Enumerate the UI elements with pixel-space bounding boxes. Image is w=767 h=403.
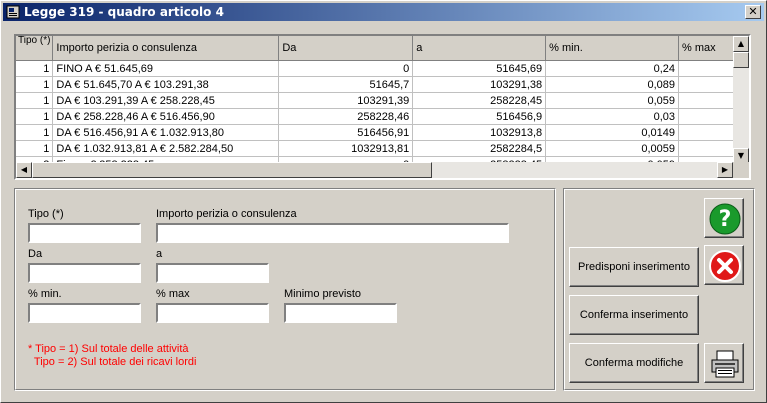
table-row[interactable]: 1 DA € 51.645,70 A € 103.291,38 51645,7 103… bbox=[16, 76, 749, 93]
app-icon bbox=[6, 5, 20, 19]
da-label: Da bbox=[28, 248, 43, 260]
tipo-input[interactable] bbox=[28, 223, 141, 243]
tipo-label: Tipo (*) bbox=[28, 208, 64, 220]
help-icon: ? bbox=[709, 203, 741, 235]
table-row[interactable]: 1 FINO A € 51.645,69 0 51645,69 0,24 bbox=[16, 60, 749, 77]
table-cell[interactable]: 1 bbox=[16, 76, 54, 93]
a-label: a bbox=[156, 248, 163, 260]
tipo-legend-note: * Tipo = 1) Sul totale delle attività Ti… bbox=[28, 343, 197, 368]
app-window: Legge 319 - quadro articolo 4 ✕ Tipo (*)… bbox=[0, 0, 767, 403]
table-cell[interactable]: 0,0059 bbox=[545, 140, 679, 157]
pmax-input[interactable] bbox=[156, 303, 269, 323]
conferma-inserimento-button[interactable]: Conferma inserimento bbox=[569, 295, 699, 335]
table-cell[interactable]: 1032913,8 bbox=[412, 124, 547, 141]
table-cell[interactable]: 51645,69 bbox=[412, 60, 547, 77]
importo-input[interactable] bbox=[156, 223, 509, 243]
table-cell[interactable]: 0,24 bbox=[545, 60, 679, 77]
print-button[interactable] bbox=[704, 343, 744, 383]
importo-label: Importo perizia o consulenza bbox=[156, 208, 297, 220]
minimo-input[interactable] bbox=[284, 303, 397, 323]
grid-table: Tipo (*) Importo perizia o consulenza Da… bbox=[16, 36, 749, 173]
table-row[interactable]: 1 DA € 258.228,46 A € 516.456,90 258228,46… bbox=[16, 108, 749, 125]
table-cell[interactable]: 1 bbox=[16, 108, 54, 125]
table-cell[interactable]: 0 bbox=[278, 60, 414, 77]
scrollbar-corner bbox=[733, 162, 749, 178]
da-input[interactable] bbox=[28, 263, 141, 283]
printer-icon bbox=[711, 350, 739, 378]
svg-text:?: ? bbox=[719, 207, 732, 232]
table-row[interactable]: 1 DA € 103.291,39 A € 258.228,45 103291,39… bbox=[16, 92, 749, 109]
table-row[interactable]: 1 DA € 516.456,91 A € 1.032.913,80 516456,… bbox=[16, 124, 749, 141]
table-cell[interactable]: 1 bbox=[16, 140, 54, 157]
column-header-da[interactable]: Da bbox=[278, 36, 414, 61]
table-cell[interactable]: 103291,38 bbox=[412, 76, 547, 93]
window-title: Legge 319 - quadro articolo 4 bbox=[24, 5, 224, 19]
conferma-modifiche-button[interactable]: Conferma modifiche bbox=[569, 343, 699, 383]
table-cell[interactable]: 516456,9 bbox=[412, 108, 547, 125]
cancel-icon bbox=[709, 250, 741, 282]
table-cell[interactable]: 258228,46 bbox=[278, 108, 414, 125]
pmin-input[interactable] bbox=[28, 303, 141, 323]
table-cell[interactable]: DA € 103.291,39 A € 258.228,45 bbox=[52, 92, 280, 109]
table-cell[interactable]: 1 bbox=[16, 92, 54, 109]
predisponi-inserimento-button[interactable]: Predisponi inserimento bbox=[569, 247, 699, 287]
table-cell[interactable]: 258228,45 bbox=[412, 92, 547, 109]
table-cell[interactable]: 0,089 bbox=[545, 76, 679, 93]
table-cell[interactable]: FINO A € 51.645,69 bbox=[52, 60, 280, 77]
horizontal-scrollbar[interactable]: ◀ ▶ bbox=[16, 162, 733, 178]
table-cell[interactable]: DA € 51.645,70 A € 103.291,38 bbox=[52, 76, 280, 93]
table-cell[interactable]: DA € 1.032.913,81 A € 2.582.284,50 bbox=[52, 140, 280, 157]
table-cell[interactable]: 1 bbox=[16, 124, 54, 141]
table-cell[interactable]: 0,059 bbox=[545, 92, 679, 109]
table-row[interactable]: 1 DA € 1.032.913,81 A € 2.582.284,50 10329… bbox=[16, 140, 749, 157]
column-header-tipo[interactable]: Tipo (*) bbox=[16, 36, 54, 61]
table-cell[interactable]: 51645,7 bbox=[278, 76, 414, 93]
table-cell[interactable]: 2582284,5 bbox=[412, 140, 547, 157]
title-bar: Legge 319 - quadro articolo 4 ✕ bbox=[3, 3, 764, 21]
table-cell[interactable]: 1 bbox=[16, 60, 54, 77]
help-button[interactable]: ? bbox=[704, 198, 744, 238]
vertical-scrollbar[interactable]: ▲ ▼ bbox=[733, 36, 749, 164]
minimo-label: Minimo previsto bbox=[284, 288, 362, 300]
horizontal-scroll-thumb[interactable] bbox=[32, 162, 432, 178]
table-cell[interactable]: 0,0149 bbox=[545, 124, 679, 141]
table-cell[interactable]: 0,03 bbox=[545, 108, 679, 125]
scroll-up-icon[interactable]: ▲ bbox=[733, 36, 749, 52]
pmax-label: % max bbox=[156, 288, 190, 300]
table-cell[interactable]: DA € 516.456,91 A € 1.032.913,80 bbox=[52, 124, 280, 141]
close-button[interactable]: ✕ bbox=[745, 5, 761, 19]
cancel-button[interactable] bbox=[704, 245, 744, 285]
table-cell[interactable]: DA € 258.228,46 A € 516.456,90 bbox=[52, 108, 280, 125]
column-header-a[interactable]: a bbox=[412, 36, 547, 61]
a-input[interactable] bbox=[156, 263, 269, 283]
scroll-left-icon[interactable]: ◀ bbox=[16, 162, 32, 178]
column-header-pmin[interactable]: % min. bbox=[545, 36, 679, 61]
table-cell[interactable]: 103291,39 bbox=[278, 92, 414, 109]
table-cell[interactable]: 516456,91 bbox=[278, 124, 414, 141]
scroll-right-icon[interactable]: ▶ bbox=[717, 162, 733, 178]
data-grid[interactable]: Tipo (*) Importo perizia o consulenza Da… bbox=[14, 34, 751, 180]
vertical-scroll-thumb[interactable] bbox=[733, 52, 749, 68]
table-cell[interactable]: 1032913,81 bbox=[278, 140, 414, 157]
column-header-importo[interactable]: Importo perizia o consulenza bbox=[52, 36, 280, 61]
pmin-label: % min. bbox=[28, 288, 62, 300]
